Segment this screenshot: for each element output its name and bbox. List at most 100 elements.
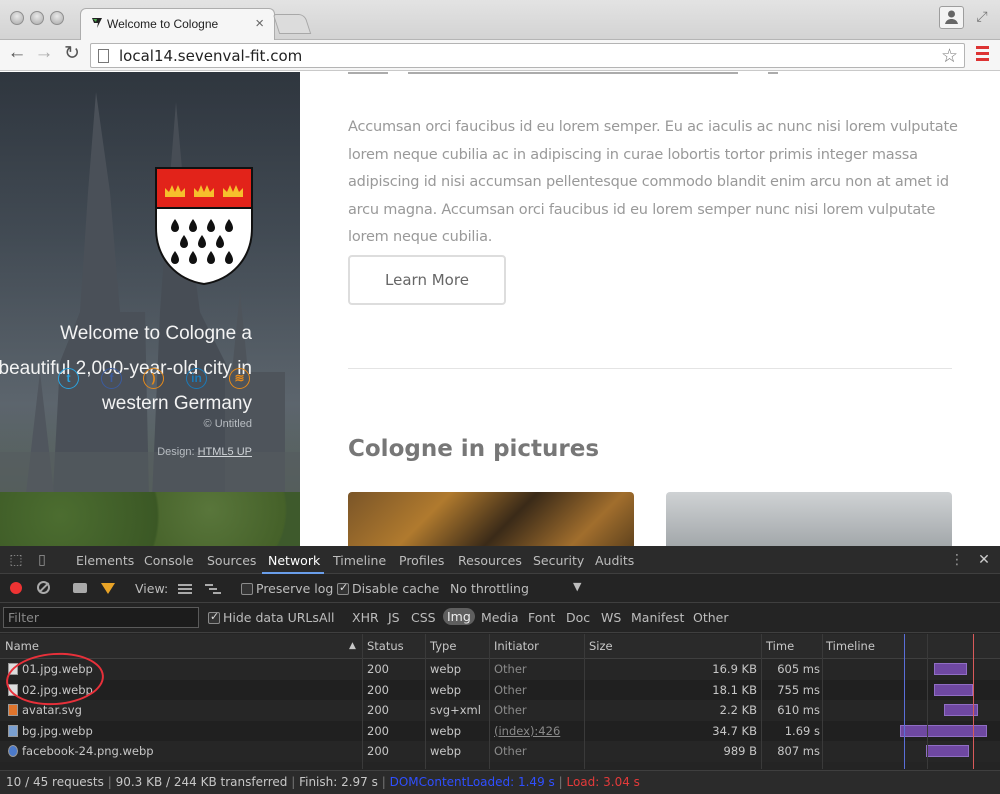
large-rows-icon[interactable]	[178, 583, 192, 595]
column-time[interactable]: Time	[766, 639, 794, 653]
filter-icon[interactable]	[101, 583, 115, 594]
linkedin-icon[interactable]: in	[186, 368, 207, 389]
column-status[interactable]: Status	[367, 639, 404, 653]
tab-elements[interactable]: Elements	[76, 553, 134, 568]
device-mode-icon[interactable]: ▯	[34, 552, 50, 568]
overview-icon[interactable]	[205, 583, 221, 595]
image-file-icon	[8, 724, 18, 737]
feed-icon[interactable]: ≋	[229, 368, 250, 389]
chevron-down-icon[interactable]: ▼	[573, 580, 581, 593]
url-text[interactable]: local14.sevenval-fit.com	[119, 47, 302, 65]
filter-media[interactable]: Media	[481, 610, 519, 625]
tab-profiles[interactable]: Profiles	[399, 553, 444, 568]
row-name: facebook-24.png.webp	[22, 744, 154, 758]
tab-audits[interactable]: Audits	[595, 553, 634, 568]
filter-css[interactable]: CSS	[411, 610, 436, 625]
new-tab-button[interactable]	[272, 14, 312, 34]
tab-sources[interactable]: Sources	[207, 553, 256, 568]
row-name: bg.jpg.webp	[22, 723, 93, 738]
network-status-bar: 10 / 45 requests | 90.3 KB / 244 KB tran…	[0, 770, 1000, 794]
rss-icon[interactable]: )	[143, 368, 164, 389]
preserve-log-label: Preserve log	[256, 581, 334, 596]
record-icon[interactable]	[10, 582, 22, 594]
table-row[interactable]: 02.jpg.webp 200 webp Other 18.1 KB 755 m…	[0, 679, 1000, 700]
forward-button[interactable]: →	[33, 42, 55, 66]
browser-tab[interactable]: Welcome to Cologne ×	[80, 8, 275, 40]
column-separator	[927, 634, 928, 769]
main-content: Accumsan orci faucibus id eu lorem sempe…	[300, 72, 1000, 546]
column-timeline[interactable]: Timeline	[826, 639, 875, 653]
timeline-bar	[934, 683, 973, 696]
filter-input[interactable]: Filter	[3, 607, 199, 628]
filter-manifest[interactable]: Manifest	[631, 610, 684, 625]
timeline-bar	[926, 745, 969, 757]
tab-console[interactable]: Console	[144, 553, 194, 568]
gallery-image-dome[interactable]	[666, 492, 952, 546]
fullscreen-icon[interactable]: ⤢	[972, 8, 992, 28]
filter-ws[interactable]: WS	[601, 610, 621, 625]
filter-js[interactable]: JS	[388, 610, 400, 625]
row-status: 200	[367, 703, 389, 717]
disable-cache-label: Disable cache	[352, 581, 440, 596]
more-options-icon[interactable]: ⋮	[949, 552, 965, 568]
row-initiator: Other	[494, 703, 527, 717]
column-initiator[interactable]: Initiator	[494, 639, 539, 653]
minimize-window-button[interactable]	[30, 11, 44, 25]
filter-xhr[interactable]: XHR	[352, 610, 379, 625]
twitter-icon[interactable]: t	[58, 368, 79, 389]
throttling-select[interactable]: No throttling	[450, 581, 529, 596]
bookmark-star-icon[interactable]: ☆	[941, 45, 958, 68]
filter-img[interactable]: Img	[443, 608, 475, 625]
row-time: 610 ms	[777, 703, 820, 717]
zoom-window-button[interactable]	[50, 11, 64, 25]
filter-font[interactable]: Font	[528, 610, 555, 625]
design-credit: Design: HTML5 UP	[157, 446, 252, 458]
domcontentloaded-time: DOMContentLoaded: 1.49 s	[389, 775, 555, 789]
table-row[interactable]: avatar.svg 200 svg+xml Other 2.2 KB 610 …	[0, 700, 1000, 721]
row-initiator: Other	[494, 662, 527, 676]
tab-timeline[interactable]: Timeline	[333, 553, 386, 568]
inspect-icon[interactable]: ⬚	[8, 552, 24, 568]
row-type: webp	[430, 682, 462, 697]
design-prefix: Design:	[157, 446, 198, 458]
filter-other[interactable]: Other	[693, 610, 729, 625]
table-row[interactable]: 01.jpg.webp 200 webp Other 16.9 KB 605 m…	[0, 659, 1000, 680]
column-size[interactable]: Size	[589, 639, 613, 653]
clear-icon[interactable]	[37, 581, 50, 594]
profile-button[interactable]	[939, 6, 964, 29]
disable-cache-checkbox[interactable]	[337, 581, 349, 595]
facebook-icon[interactable]: f	[101, 368, 122, 389]
hide-data-urls-checkbox[interactable]	[208, 610, 220, 624]
column-separator	[489, 634, 490, 769]
table-row[interactable]: facebook-24.png.webp 200 webp Other 989 …	[0, 741, 1000, 762]
tab-close-icon[interactable]: ×	[255, 15, 264, 32]
row-initiator-link[interactable]: (index):426	[494, 724, 560, 738]
tab-network[interactable]: Network	[268, 553, 320, 568]
close-window-button[interactable]	[10, 11, 24, 25]
gallery-image-bridge[interactable]	[348, 492, 634, 546]
network-table: Name ▲ Status Type Initiator Size Time T…	[0, 634, 1000, 769]
chrome-menu-icon[interactable]	[976, 46, 989, 62]
design-link[interactable]: HTML5 UP	[198, 446, 252, 458]
address-bar[interactable]: local14.sevenval-fit.com ☆	[90, 43, 965, 68]
column-name[interactable]: Name	[5, 639, 39, 653]
browser-toolbar: ← → ↻ local14.sevenval-fit.com ☆	[0, 40, 1000, 71]
learn-more-button[interactable]: Learn More	[348, 255, 506, 305]
reload-button[interactable]: ↻	[61, 42, 83, 66]
column-separator	[425, 634, 426, 769]
back-button[interactable]: ←	[6, 42, 28, 66]
table-row[interactable]: bg.jpg.webp 200 webp (index):426 34.7 KB…	[0, 720, 1000, 741]
sort-icon: ▲	[349, 641, 356, 651]
sidebar: Welcome to Cologne a beautiful 2,000-yea…	[0, 72, 300, 546]
tab-resources[interactable]: Resources	[458, 553, 522, 568]
copyright: © Untitled	[203, 418, 252, 430]
network-toolbar: View: Preserve log Disable cache No thro…	[0, 574, 1000, 603]
finish-time: Finish: 2.97 s	[299, 775, 378, 789]
column-type[interactable]: Type	[430, 639, 456, 653]
filter-doc[interactable]: Doc	[566, 610, 590, 625]
close-devtools-icon[interactable]: ✕	[976, 552, 992, 568]
capture-screenshots-icon[interactable]	[73, 583, 87, 593]
filter-all[interactable]: All	[319, 610, 335, 625]
preserve-log-checkbox[interactable]	[241, 583, 253, 595]
tab-security[interactable]: Security	[533, 553, 584, 568]
